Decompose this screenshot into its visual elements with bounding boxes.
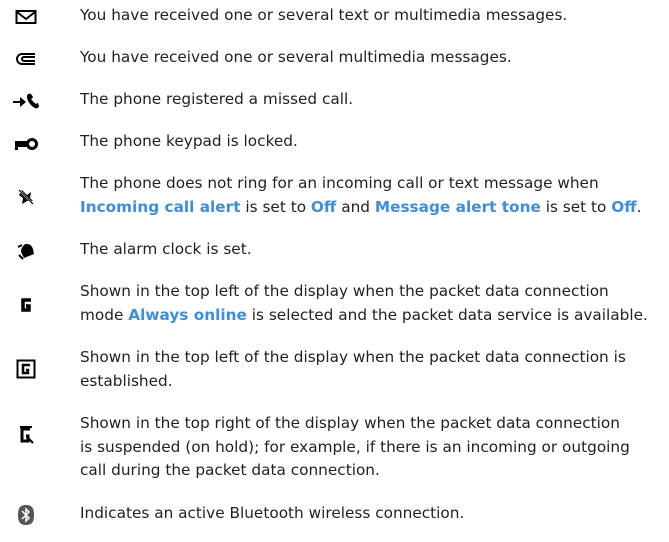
silent-icon [12, 186, 40, 208]
item-text-line: mode Always online is selected and the p… [80, 304, 665, 328]
setting-value: Off [310, 197, 337, 216]
item-text: Shown in the top left of the display whe… [80, 346, 665, 393]
item-text: The alarm clock is set. [80, 240, 252, 258]
bluetooth-icon [12, 504, 40, 526]
setting-name: Message alert tone [374, 197, 541, 216]
missed-call-icon [12, 90, 40, 112]
item-text: Shown in the top left of the display whe… [80, 280, 665, 327]
item-text-line: established. [80, 371, 173, 390]
alarm-clock-icon [12, 240, 40, 262]
gprs-always-online-icon [12, 294, 40, 316]
item-text: You have received one or several multime… [80, 48, 512, 66]
item-text-line: The phone does not ring for an incoming … [80, 174, 599, 192]
item-text: Indicates an active Bluetooth wireless c… [80, 504, 465, 522]
gprs-established-icon [12, 358, 40, 380]
text-fragment: is selected and the packet data service … [246, 305, 648, 324]
text-fragment: is set to [240, 197, 311, 216]
item-text: The phone registered a missed call. [80, 90, 354, 108]
multimedia-message-icon [12, 48, 40, 70]
text-fragment: and [336, 197, 375, 216]
text-fragment: . [636, 197, 642, 216]
item-text-line: is suspended (on hold); for example, if … [80, 437, 630, 456]
item-text: You have received one or several text or… [80, 6, 568, 24]
item-text-line: Shown in the top left of the display whe… [80, 348, 626, 366]
item-text-line: call during the packet data connection. [80, 461, 380, 479]
keypad-lock-icon [12, 132, 40, 154]
item-text-line: Shown in the top right of the display wh… [80, 414, 620, 432]
item-text: The phone does not ring for an incoming … [80, 172, 665, 219]
gprs-suspended-icon [12, 424, 40, 446]
item-text-line: Incoming call alert is set to Off and Me… [80, 196, 665, 220]
setting-value: Off [611, 197, 637, 216]
setting-name: Incoming call alert [80, 197, 241, 216]
text-fragment: is set to [540, 197, 612, 216]
item-text-line: Shown in the top left of the display whe… [80, 282, 609, 300]
item-text: The phone keypad is locked. [80, 132, 298, 150]
item-text: Shown in the top right of the display wh… [80, 412, 665, 483]
setting-value: Always online [128, 305, 247, 324]
envelope-icon [12, 6, 40, 28]
text-fragment: mode [80, 305, 129, 324]
